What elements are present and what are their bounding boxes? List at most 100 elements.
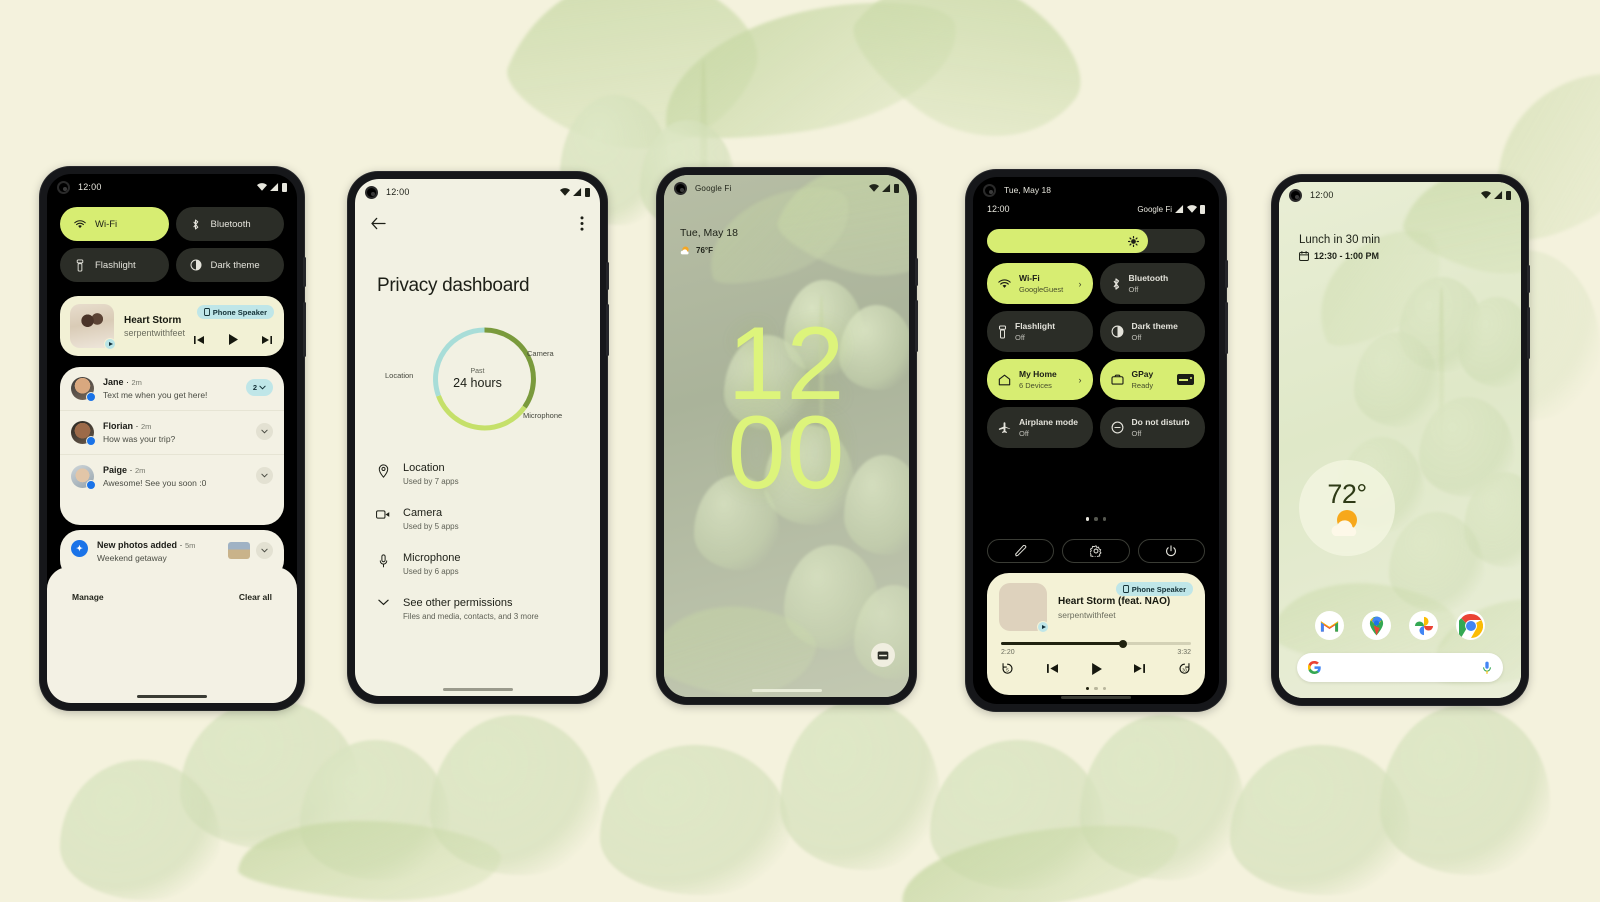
- app-icon-chrome[interactable]: [1456, 611, 1485, 640]
- notification-expand-button[interactable]: [256, 542, 273, 559]
- app-top-bar: [355, 209, 600, 237]
- photos-app-icon: ✦: [71, 540, 88, 557]
- battery-status-icon: [585, 187, 590, 197]
- donut-label-microphone: Microphone: [523, 411, 563, 420]
- search-input[interactable]: [1329, 662, 1474, 673]
- power-button[interactable]: [1137, 539, 1205, 563]
- brightness-slider[interactable]: [987, 229, 1205, 253]
- google-search-bar[interactable]: [1297, 653, 1503, 682]
- quick-tile-bluetooth[interactable]: Bluetooth: [175, 207, 284, 241]
- qs-tile-arrow[interactable]: ›: [1079, 375, 1082, 385]
- cellular-status-icon: [1175, 205, 1184, 213]
- output-device-chip[interactable]: Phone Speaker: [1115, 582, 1193, 596]
- notification-expand-count[interactable]: 2: [246, 379, 273, 396]
- app-icon-maps[interactable]: [1362, 611, 1391, 640]
- qs-status-row: 12:00 Google Fi: [987, 204, 1205, 214]
- notification-expand-button[interactable]: [256, 423, 273, 440]
- notification-time: 2m: [141, 422, 152, 431]
- settings-gear-icon: [1089, 545, 1102, 557]
- settings-button[interactable]: [1062, 539, 1130, 563]
- back-arrow-icon[interactable]: [371, 217, 386, 230]
- dnd-icon: [1111, 421, 1123, 434]
- rewind-5-icon[interactable]: 5: [1001, 662, 1014, 675]
- output-device-chip[interactable]: Phone Speaker: [196, 305, 274, 319]
- google-g-icon: [1308, 661, 1321, 674]
- media-player-card[interactable]: Heart Storm (feat. NAO) serpentwithfeet …: [987, 573, 1205, 695]
- app-icon-gmail[interactable]: [1315, 611, 1344, 640]
- permission-row-location[interactable]: Location Used by 7 apps: [375, 462, 580, 486]
- quick-tile-dark-theme[interactable]: Dark theme: [175, 248, 284, 282]
- qs-tile-do-not-disturb[interactable]: Do not disturb Off: [1099, 407, 1205, 448]
- next-track-icon[interactable]: [262, 335, 272, 345]
- weather-widget[interactable]: 72°: [1299, 460, 1395, 556]
- clear-all-button[interactable]: Clear all: [226, 586, 284, 607]
- notification-row[interactable]: Jane · 2m Text me when you get here! 2: [60, 367, 284, 410]
- notification-expand-button[interactable]: [256, 467, 273, 484]
- flashlight-icon: [999, 325, 1006, 338]
- navigation-pill[interactable]: [1061, 696, 1131, 699]
- phone-quick-settings: Tue, May 18 12:00 Google Fi Wi-Fi Google…: [966, 170, 1228, 711]
- previous-track-icon[interactable]: [194, 335, 204, 345]
- wifi-status-icon: [257, 183, 267, 191]
- notification-row[interactable]: Florian · 2m How was your trip?: [60, 410, 284, 454]
- quick-settings-tile-grid: Wi-Fi GoogleGuest › Bluetooth Off Flashl…: [987, 263, 1205, 448]
- qs-tile-dark-theme[interactable]: Dark theme Off: [1099, 311, 1205, 352]
- camera-hole-icon: [983, 183, 996, 197]
- cellular-status-icon: [573, 188, 582, 196]
- qs-tile-my-home[interactable]: My Home 6 Devices ›: [987, 359, 1093, 400]
- permission-row-microphone[interactable]: Microphone Used by 6 apps: [375, 552, 580, 576]
- phone-privacy-dashboard: 12:00 Privacy dashboard Camera Microphon…: [348, 172, 609, 703]
- edit-tiles-button[interactable]: [987, 539, 1055, 563]
- qs-page-indicator[interactable]: [973, 517, 1219, 521]
- qs-tile-airplane-mode[interactable]: Airplane mode Off: [987, 407, 1093, 448]
- battery-status-icon: [1506, 190, 1511, 200]
- play-icon[interactable]: [228, 334, 238, 345]
- status-carrier: Google Fi: [695, 183, 732, 193]
- quick-tile-wifi[interactable]: Wi-Fi: [60, 207, 169, 241]
- overflow-menu-icon[interactable]: [580, 215, 584, 231]
- notification-text: Text me when you get here!: [103, 390, 208, 400]
- media-seek-bar[interactable]: [1001, 639, 1191, 648]
- permission-row-camera[interactable]: Camera Used by 5 apps: [375, 507, 580, 531]
- play-source-badge-icon: [104, 338, 116, 350]
- svg-text:5: 5: [1006, 668, 1009, 674]
- svg-text:30: 30: [1182, 668, 1187, 673]
- app-icon-photos[interactable]: [1409, 611, 1438, 640]
- avatar: [71, 377, 96, 402]
- cellular-status-icon: [270, 183, 279, 191]
- notification-row[interactable]: ✦ New photos added · 5m Weekend getaway: [60, 530, 284, 573]
- media-page-indicator[interactable]: [987, 686, 1205, 690]
- qs-tile-arrow[interactable]: ›: [1079, 279, 1082, 289]
- navigation-pill[interactable]: [137, 695, 207, 698]
- qs-tile-gpay[interactable]: GPay Ready: [1099, 359, 1205, 400]
- wifi-icon: [74, 218, 86, 230]
- lock-screen-weather: 76°F: [680, 245, 713, 256]
- at-a-glance-widget[interactable]: Lunch in 30 min 12:30 - 1:00 PM: [1299, 234, 1380, 261]
- quick-tile-label: Dark theme: [210, 259, 260, 271]
- edit-pencil-icon: [1014, 545, 1027, 557]
- navigation-pill[interactable]: [751, 689, 822, 692]
- notification-row[interactable]: Paige · 2m Awesome! See you soon :0: [60, 454, 284, 498]
- media-player-card[interactable]: Heart Storm serpentwithfeet Phone Speake…: [60, 296, 284, 356]
- qs-tile-name: Airplane mode: [1019, 417, 1079, 428]
- next-track-icon[interactable]: [1134, 663, 1146, 674]
- wallet-button[interactable]: [871, 643, 895, 667]
- qs-tile-flashlight[interactable]: Flashlight Off: [987, 311, 1093, 352]
- qs-tile-bluetooth[interactable]: Bluetooth Off: [1099, 263, 1205, 304]
- output-device-label: Phone Speaker: [212, 307, 267, 317]
- notification-sender: Paige: [103, 465, 128, 475]
- media-artist: serpentwithfeet: [1058, 610, 1116, 620]
- media-seek-knob[interactable]: [1118, 639, 1127, 648]
- forward-30-icon[interactable]: 30: [1178, 662, 1191, 675]
- previous-track-icon[interactable]: [1046, 663, 1058, 674]
- qs-tile-name: GPay: [1131, 369, 1154, 380]
- battery-status-icon: [894, 183, 899, 193]
- quick-tile-flashlight[interactable]: Flashlight: [60, 248, 169, 282]
- permission-row-see-other[interactable]: See other permissions Files and media, c…: [375, 597, 580, 621]
- donut-label-camera: Camera: [527, 349, 554, 358]
- navigation-pill[interactable]: [442, 688, 513, 691]
- mic-icon[interactable]: [1482, 661, 1492, 674]
- play-icon[interactable]: [1091, 662, 1102, 675]
- qs-tile-wifi[interactable]: Wi-Fi GoogleGuest ›: [987, 263, 1093, 304]
- manage-button[interactable]: Manage: [60, 586, 116, 607]
